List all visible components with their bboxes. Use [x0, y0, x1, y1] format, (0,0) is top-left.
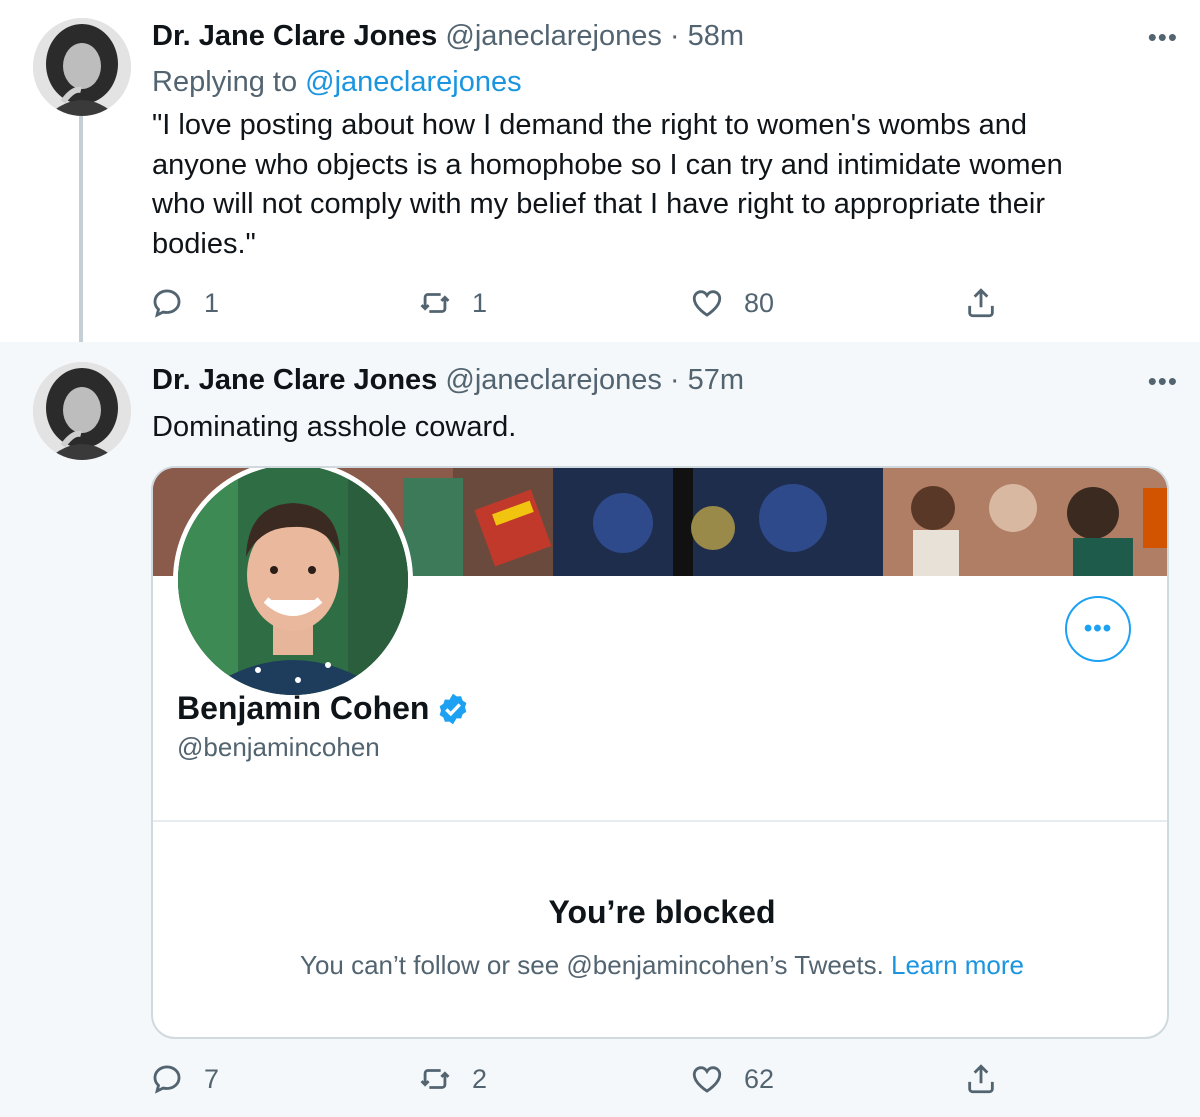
- share-button[interactable]: [964, 1059, 998, 1099]
- profile-name-row: Benjamin Cohen: [177, 690, 471, 727]
- like-count: 80: [744, 287, 775, 318]
- reply-count: 7: [204, 1063, 220, 1094]
- replying-to: Replying to @janeclarejones: [152, 66, 522, 99]
- profile-handle: @benjamincohen: [177, 732, 380, 762]
- timestamp[interactable]: 57m: [688, 364, 744, 396]
- reply-icon: [153, 289, 181, 318]
- tweet-text-line: bodies.": [152, 227, 256, 260]
- retweet-count: 1: [472, 287, 488, 318]
- like-button[interactable]: 62: [690, 1059, 774, 1099]
- share-icon: [968, 1064, 994, 1094]
- retweet-button[interactable]: 2: [418, 1059, 487, 1099]
- reply-icon: [153, 1065, 181, 1094]
- timestamp[interactable]: 58m: [688, 20, 744, 52]
- reply-button[interactable]: 1: [150, 283, 219, 323]
- more-horizontal-icon: •••: [1083, 615, 1113, 642]
- tweet-header: Dr. Jane Clare Jones @janeclarejones · 5…: [152, 364, 744, 397]
- tweet-text-line: "I love posting about how I demand the r…: [152, 109, 1028, 141]
- separator: ·: [669, 20, 680, 52]
- retweet-count: 2: [472, 1063, 488, 1094]
- share-button[interactable]: [964, 283, 998, 323]
- retweet-icon: [420, 1069, 450, 1089]
- like-count: 62: [744, 1063, 775, 1094]
- tweet-actions: 7 2 62: [150, 1059, 1050, 1099]
- verified-badge-icon: [440, 693, 467, 724]
- profile-name[interactable]: Benjamin Cohen: [177, 690, 429, 727]
- tweet-2[interactable]: Dr. Jane Clare Jones @janeclarejones · 5…: [0, 342, 1200, 1117]
- thread-connector: [79, 116, 83, 352]
- tweet-text-line: who will not comply with my belief that …: [152, 188, 1045, 220]
- blocked-description-text: You can’t follow or see @benjamincohen’s…: [299, 950, 884, 980]
- heart-icon: [692, 290, 722, 317]
- retweet-icon: [420, 293, 450, 313]
- tweet-actions: 1 1 80: [150, 283, 1050, 323]
- reply-button[interactable]: 7: [150, 1059, 219, 1099]
- handle[interactable]: @janeclarejones: [445, 364, 661, 396]
- more-horizontal-icon[interactable]: •••: [1148, 22, 1178, 53]
- blocked-description: You can’t follow or see @benjamincohen’s…: [153, 950, 1167, 981]
- more-horizontal-icon[interactable]: •••: [1148, 366, 1178, 397]
- tweet-1[interactable]: Dr. Jane Clare Jones @janeclarejones · 5…: [0, 0, 1200, 352]
- tweet-text-line: anyone who objects is a homophobe so I c…: [152, 148, 1063, 181]
- learn-more-link[interactable]: Learn more: [891, 950, 1024, 980]
- like-button[interactable]: 80: [690, 283, 774, 323]
- share-icon: [968, 288, 994, 318]
- avatar[interactable]: [33, 18, 131, 116]
- tweet-text: "I love posting about how I demand the r…: [152, 106, 1063, 264]
- divider: [153, 820, 1167, 822]
- tweet-text: Dominating asshole coward.: [152, 411, 517, 443]
- separator: ·: [669, 364, 680, 396]
- profile-avatar[interactable]: [173, 468, 413, 700]
- display-name[interactable]: Dr. Jane Clare Jones: [152, 364, 437, 396]
- replying-label: Replying to: [152, 66, 298, 98]
- retweet-button[interactable]: 1: [418, 283, 487, 323]
- profile-more-button[interactable]: •••: [1065, 596, 1131, 662]
- avatar[interactable]: [33, 362, 131, 460]
- tweet-header: Dr. Jane Clare Jones @janeclarejones · 5…: [152, 20, 744, 53]
- quoted-profile-card[interactable]: ••• Benjamin Cohen @benjamincohen You’re…: [151, 466, 1169, 1039]
- reply-count: 1: [204, 287, 220, 318]
- display-name[interactable]: Dr. Jane Clare Jones: [152, 20, 437, 52]
- blocked-title: You’re blocked: [548, 894, 776, 930]
- replying-to-link[interactable]: @janeclarejones: [305, 66, 521, 98]
- heart-icon: [692, 1066, 722, 1093]
- handle[interactable]: @janeclarejones: [445, 20, 661, 52]
